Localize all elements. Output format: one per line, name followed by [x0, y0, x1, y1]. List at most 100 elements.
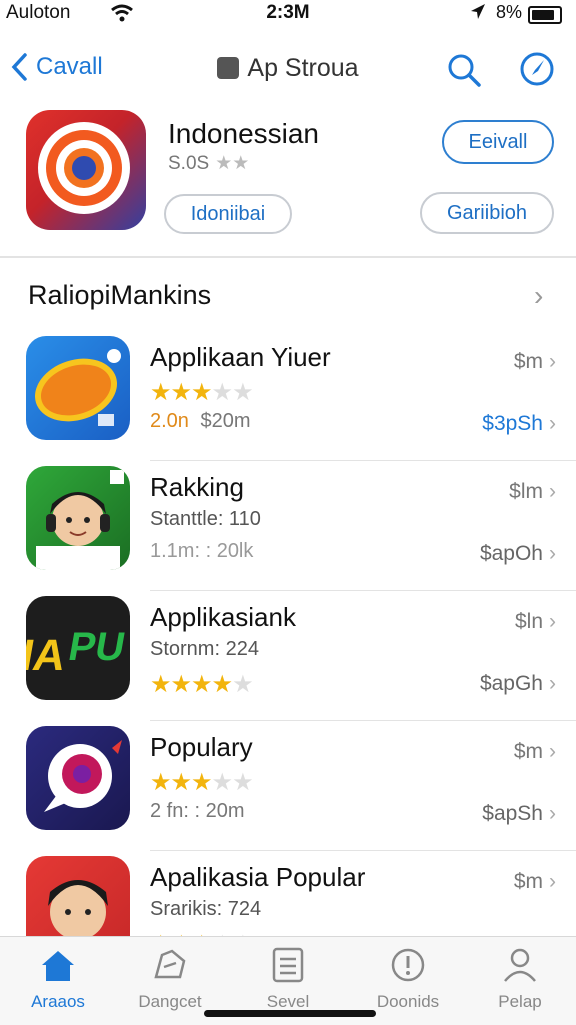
price-label[interactable]: $m › [514, 870, 556, 894]
row-separator [150, 460, 576, 461]
price-text: $ln [514, 610, 543, 633]
divider [0, 256, 576, 258]
price-text: $apOh [479, 542, 543, 565]
location-icon [471, 4, 485, 19]
list-icon [272, 947, 304, 983]
list-item[interactable]: Populary ★★★★★ 2 fn: : 20m $m › $apSh › [0, 726, 576, 856]
price-text: $m [513, 350, 543, 373]
featured-app-name: Indonessian [168, 118, 320, 149]
chat-bubble-icon [44, 740, 122, 812]
price-text: $m [513, 740, 543, 763]
price-button[interactable]: $apOh › [480, 542, 556, 566]
price-text: $apSh [482, 802, 543, 825]
battery-percent: 8% [496, 2, 523, 22]
nav-title: Ap Stroua [0, 54, 576, 83]
home-indicator[interactable] [204, 1010, 376, 1017]
tab-games[interactable]: Dangcet [120, 947, 220, 1012]
chevron-right-icon: › [549, 412, 556, 435]
price-label[interactable]: $ln › [515, 610, 556, 634]
price-button[interactable]: $apGh › [480, 672, 556, 696]
alert-icon [391, 948, 425, 982]
star-rating: ★★★★★ [150, 671, 254, 698]
app-meta-size: 2.0n [150, 410, 189, 432]
games-icon [154, 949, 186, 979]
status-bar: Auloton 2:3M 8% [0, 0, 576, 28]
app-name: Apalikasia Popular [150, 862, 366, 892]
featured-app-subtitle: S.0S ★★ [168, 152, 249, 175]
tab-label: Araaos [31, 992, 85, 1011]
price-text: $m [513, 870, 543, 893]
price-label[interactable]: $lm › [509, 480, 556, 504]
app-name: Applikasiank [150, 602, 296, 632]
featured-app-version: S.0S [168, 153, 210, 174]
price-label[interactable]: $m › [514, 740, 556, 764]
featured-app-stars: ★★ [215, 153, 250, 174]
chevron-right-icon: › [549, 870, 556, 893]
store-icon [217, 57, 240, 79]
app-meta: 1.1m: : 20lk [150, 540, 254, 562]
chevron-right-icon: › [549, 542, 556, 565]
app-stat: Stanttle: 110 [150, 508, 261, 530]
app-meta: 2.0n $20m [150, 410, 251, 433]
app-meta: 2 fn: : 20m [150, 800, 245, 822]
app-stat: Srarikis: 724 [150, 898, 262, 920]
price-button[interactable]: $apSh › [482, 802, 556, 826]
nav-title-text: Ap Stroua [247, 54, 359, 82]
price-label[interactable]: $m › [514, 350, 556, 374]
person-icon [504, 948, 536, 982]
chevron-right-icon: › [549, 802, 556, 825]
section-chevron-icon[interactable]: › [534, 280, 543, 312]
boy-headphones-icon [36, 470, 124, 570]
chevron-right-icon: › [549, 672, 556, 695]
svg-text:IA: IA [26, 631, 70, 680]
app-icon[interactable] [26, 336, 130, 440]
app-icon[interactable] [26, 726, 130, 830]
get-button[interactable]: Eeivall [442, 120, 554, 164]
gallery-button[interactable]: Gariibioh [420, 192, 554, 234]
navigation-bar: Cavall Ap Stroua [0, 38, 576, 98]
opula-logo-icon [34, 349, 121, 426]
list-item[interactable]: Applikaan Yiuer ★★★★★ 2.0n $20m $m › $3pS… [0, 336, 576, 466]
chevron-right-icon: › [549, 480, 556, 503]
app-meta-downloads: $20m [200, 410, 251, 432]
svg-text:PU: PU [65, 624, 128, 669]
featured-app-icon[interactable] [26, 110, 146, 230]
clock: 2:3M [266, 2, 310, 23]
tab-label: Pelap [498, 992, 542, 1011]
tab-label: Sevel [266, 992, 310, 1011]
row-separator [150, 850, 576, 851]
category-tag-button[interactable]: Idoniibai [164, 194, 292, 234]
app-name: Rakking [150, 472, 244, 502]
target-logo-icon [38, 122, 130, 214]
compass-icon[interactable] [518, 50, 556, 88]
tab-profile[interactable]: Pelap [470, 947, 570, 1012]
iapu-logo-icon: IA PU [26, 624, 129, 680]
list-item[interactable]: Rakking Stanttle: 110 1.1m: : 20lk $lm › … [0, 466, 576, 596]
price-text: $apGh [479, 672, 543, 695]
price-button[interactable]: $3pSh › [482, 412, 556, 436]
price-text: $3pSh [482, 412, 543, 435]
row-separator [150, 720, 576, 721]
star-rating: ★★★★★ [150, 769, 254, 796]
list-item[interactable]: IA PU Applikasiank Stornm: 224 ★★★★★ $ln… [0, 596, 576, 726]
star-rating: ★★★★★ [150, 379, 254, 406]
chevron-right-icon: › [549, 610, 556, 633]
app-name: Populary [150, 732, 253, 762]
tab-label: Dangcet [138, 992, 202, 1011]
battery-icon [528, 6, 562, 24]
tab-updates[interactable]: Doonids [358, 947, 458, 1012]
search-icon[interactable] [446, 52, 482, 88]
tab-label: Doonids [376, 992, 440, 1011]
price-text: $lm [509, 480, 543, 503]
row-separator [150, 590, 576, 591]
featured-app: Indonessian S.0S ★★ Eeivall Idoniibai Gar… [0, 110, 576, 255]
tab-apps[interactable]: Sevel [238, 947, 338, 1012]
chevron-right-icon: › [549, 740, 556, 763]
tab-today[interactable]: Araaos [8, 947, 108, 1012]
app-icon[interactable]: IA PU [26, 596, 130, 700]
chevron-right-icon: › [549, 350, 556, 373]
home-icon [42, 951, 74, 981]
app-name: Applikaan Yiuer [150, 342, 331, 372]
section-title: RaliopiMankins [28, 280, 212, 310]
app-icon[interactable] [26, 466, 130, 570]
